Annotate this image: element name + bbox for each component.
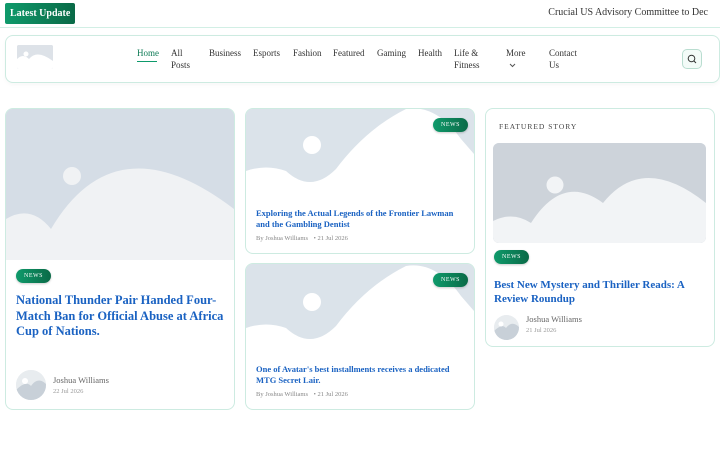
news-badge[interactable]: NEWS (433, 273, 468, 287)
nav-item-featured[interactable]: Featured (333, 47, 365, 59)
news-badge[interactable]: NEWS (494, 250, 529, 264)
nav-label: Health (418, 48, 442, 58)
nav-label: Esports (253, 48, 280, 58)
avatar-placeholder-icon (16, 370, 46, 400)
main-story-card[interactable]: NEWS National Thunder Pair Handed Four-M… (5, 108, 235, 410)
featured-story-image[interactable] (493, 143, 706, 243)
nav-item-home[interactable]: Home (137, 47, 159, 62)
search-button[interactable] (682, 49, 702, 69)
chevron-down-icon (509, 63, 516, 68)
post-date: • 21 Jul 2026 (313, 235, 348, 242)
nav-item-esports[interactable]: Esports (253, 47, 280, 59)
image-placeholder-icon (17, 45, 53, 69)
post-date: 22 Jul 2026 (53, 388, 84, 395)
author-name[interactable]: Joshua Williams (53, 375, 109, 385)
nav-item-contact-us[interactable]: Contact Us (549, 47, 583, 71)
ticker-bar: Latest Update Crucial US Advisory Commit… (0, 0, 720, 27)
nav-label: Gaming (377, 48, 406, 58)
nav-label: More (506, 48, 526, 58)
nav-label: Business (209, 48, 242, 58)
featured-story-card: FEATURED STORY NEWS Best New Mystery and… (485, 108, 715, 347)
main-story-image (6, 109, 234, 260)
image-placeholder-icon (6, 109, 234, 260)
nav-item-health[interactable]: Health (418, 47, 442, 59)
nav-item-fashion[interactable]: Fashion (293, 47, 322, 59)
nav-label: Featured (333, 48, 365, 58)
featured-story-title[interactable]: Best New Mystery and Thriller Reads: A R… (494, 278, 706, 306)
featured-story-heading: FEATURED STORY (499, 122, 578, 131)
nav-label: Fashion (293, 48, 322, 58)
ticker-divider (0, 27, 720, 28)
nav-label: Home (137, 48, 159, 58)
ticker-headline[interactable]: Crucial US Advisory Committee to Dec (548, 0, 708, 26)
image-placeholder-icon (493, 143, 706, 243)
site-logo[interactable] (17, 45, 53, 69)
story-meta: By Joshua Williams • 21 Jul 2026 (256, 235, 348, 242)
active-underline (137, 61, 157, 62)
author-avatar (16, 370, 46, 400)
author-name[interactable]: By Joshua Williams (256, 391, 308, 398)
nav-label: All Posts (171, 48, 191, 70)
nav-item-life-fitness[interactable]: Life & Fitness (454, 47, 488, 71)
story-title[interactable]: Exploring the Actual Legends of the Fron… (256, 208, 468, 230)
latest-update-badge: Latest Update (5, 3, 76, 24)
news-badge[interactable]: NEWS (433, 118, 468, 132)
author-avatar (494, 315, 519, 340)
author-name[interactable]: Joshua Williams (526, 314, 582, 324)
story-meta: By Joshua Williams • 21 Jul 2026 (256, 391, 348, 398)
story-title[interactable]: One of Avatar's best installments receiv… (256, 364, 468, 386)
post-date: • 21 Jul 2026 (313, 391, 348, 398)
main-story-title[interactable]: National Thunder Pair Handed Four-Match … (16, 293, 228, 340)
post-date: 21 Jul 2026 (526, 327, 557, 334)
nav-item-more[interactable]: More (506, 47, 526, 71)
avatar-placeholder-icon (494, 315, 519, 340)
story-card[interactable]: NEWS One of Avatar's best installments r… (245, 263, 475, 410)
nav-label: Contact Us (549, 48, 577, 70)
site-header: Home All Posts Business Esports Fashion … (5, 35, 720, 83)
nav-label: Life & Fitness (454, 48, 480, 70)
search-icon (687, 54, 697, 64)
news-badge[interactable]: NEWS (16, 269, 51, 283)
nav-item-business[interactable]: Business (209, 47, 241, 59)
nav-item-gaming[interactable]: Gaming (377, 47, 406, 59)
story-card[interactable]: NEWS Exploring the Actual Legends of the… (245, 108, 475, 254)
author-name[interactable]: By Joshua Williams (256, 235, 308, 242)
nav-item-all-posts[interactable]: All Posts (171, 47, 197, 71)
